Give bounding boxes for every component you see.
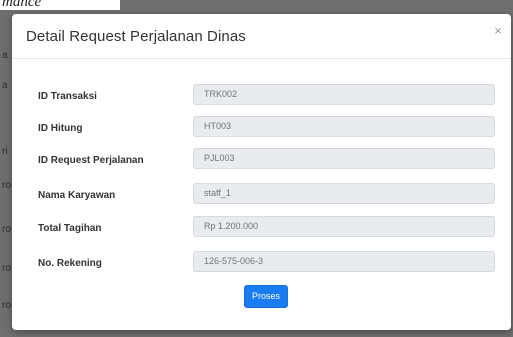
nama-karyawan-label: Nama Karyawan xyxy=(38,190,116,201)
background-text-fragment: ro xyxy=(2,224,11,235)
close-icon[interactable]: × xyxy=(491,24,505,38)
modal-header: Detail Request Perjalanan Dinas × xyxy=(12,14,511,59)
total-tagihan-field[interactable]: Rp 1.200.000 xyxy=(193,216,495,237)
id-transaksi-label: ID Transaksi xyxy=(38,91,97,102)
background-text-fragment: ri xyxy=(2,146,8,157)
total-tagihan-label: Total Tagihan xyxy=(38,223,102,234)
background-text-fragment: a xyxy=(2,80,8,91)
background-text-fragment: a xyxy=(2,50,8,61)
no-rekening-field[interactable]: 126-575-006-3 xyxy=(193,251,495,272)
background-text-fragment: ro xyxy=(2,263,11,274)
id-hitung-field[interactable]: HT003 xyxy=(193,116,495,137)
nama-karyawan-field[interactable]: staff_1 xyxy=(193,183,495,204)
detail-request-modal: Detail Request Perjalanan Dinas × ID Tra… xyxy=(12,14,511,330)
no-rekening-label: No. Rekening xyxy=(38,258,102,269)
background-text-fragment: ro xyxy=(2,300,11,311)
proses-button[interactable]: Proses xyxy=(244,285,288,308)
id-transaksi-field[interactable]: TRK002 xyxy=(193,84,495,105)
id-hitung-label: ID Hitung xyxy=(38,123,83,134)
id-request-perjalanan-label: ID Request Perjalanan xyxy=(38,155,144,166)
background-text-fragment: ro xyxy=(2,180,11,191)
background-text-fragment: mance xyxy=(0,0,120,10)
modal-title: Detail Request Perjalanan Dinas xyxy=(26,28,246,45)
id-request-perjalanan-field[interactable]: PJL003 xyxy=(193,148,495,169)
